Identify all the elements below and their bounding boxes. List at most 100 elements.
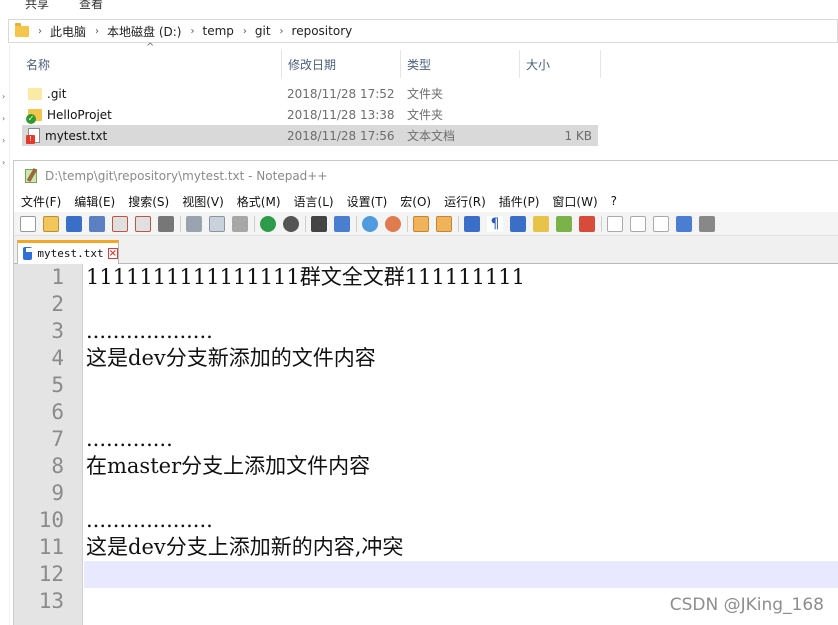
window-title-bar[interactable]: D:\temp\git\repository\mytest.txt - Note… bbox=[14, 161, 838, 190]
address-bar[interactable]: › 此电脑 › 本地磁盘 (D:) › temp › git › repository bbox=[8, 19, 838, 43]
line-text[interactable]: 在master分支上添加文件内容 bbox=[86, 453, 370, 480]
zoom-in-icon[interactable] bbox=[362, 215, 378, 232]
menu-help[interactable]: ? bbox=[611, 194, 617, 208]
word-wrap-icon[interactable] bbox=[464, 215, 480, 232]
breadcrumb-git[interactable]: git bbox=[255, 24, 271, 38]
editor-line[interactable]: 9 bbox=[14, 480, 838, 507]
editor-lines: 1 1111111111111111群文全文群111111111 2 3.......… bbox=[14, 264, 838, 615]
open-file-icon[interactable] bbox=[43, 215, 59, 232]
file-name: HelloProjet bbox=[47, 107, 112, 122]
file-row-mytest[interactable]: ! mytest.txt 2018/11/28 17:56 文本文档 1 KB bbox=[22, 125, 598, 146]
save-macro-icon[interactable] bbox=[699, 215, 715, 232]
menu-macro[interactable]: 宏(O) bbox=[400, 193, 431, 210]
chevron-right-icon[interactable]: › bbox=[38, 26, 42, 37]
menu-search[interactable]: 搜索(S) bbox=[128, 193, 169, 210]
ribbon-tab-view[interactable]: 查看 bbox=[79, 0, 103, 12]
menu-window[interactable]: 窗口(W) bbox=[552, 193, 597, 210]
line-text[interactable]: 这是dev分支新添加的文件内容 bbox=[86, 345, 376, 372]
chevron-right-icon[interactable]: › bbox=[280, 26, 284, 37]
chevron-right-icon[interactable]: › bbox=[243, 26, 247, 37]
chevron-right-icon[interactable]: › bbox=[190, 26, 194, 37]
indent-guide-icon[interactable] bbox=[510, 215, 526, 232]
replace-icon[interactable] bbox=[334, 215, 350, 232]
save-icon[interactable] bbox=[66, 215, 82, 232]
chevron-right-icon[interactable]: › bbox=[95, 26, 99, 37]
breadcrumb-drive-d[interactable]: 本地磁盘 (D:) bbox=[107, 23, 181, 40]
file-row-helloprojet[interactable]: ✓ HelloProjet 2018/11/28 13:38 文件夹 bbox=[22, 104, 598, 125]
nav-expand-icon[interactable]: › bbox=[2, 136, 5, 145]
run-macro-multiple-icon[interactable] bbox=[676, 215, 692, 232]
cut-icon[interactable] bbox=[186, 215, 202, 232]
menu-view[interactable]: 视图(V) bbox=[182, 193, 224, 210]
line-text[interactable]: ................... bbox=[86, 318, 213, 345]
paste-icon[interactable] bbox=[232, 215, 248, 232]
user-language-icon[interactable] bbox=[533, 215, 549, 232]
close-file-icon[interactable] bbox=[112, 215, 128, 232]
print-icon[interactable] bbox=[158, 215, 174, 232]
editor-line[interactable]: 11 这是dev分支上添加新的内容,冲突 bbox=[14, 534, 838, 561]
file-type: 文本文档 bbox=[407, 129, 456, 143]
sync-horizontal-icon[interactable] bbox=[436, 215, 452, 232]
menu-format[interactable]: 格式(M) bbox=[237, 193, 281, 210]
close-tab-icon[interactable]: × bbox=[107, 248, 118, 259]
menu-plugins[interactable]: 插件(P) bbox=[499, 193, 540, 210]
column-header-name[interactable]: 名称 bbox=[20, 50, 282, 78]
editor-line[interactable]: 5 bbox=[14, 372, 838, 399]
copy-icon[interactable] bbox=[209, 215, 225, 232]
menu-run[interactable]: 运行(R) bbox=[444, 193, 486, 210]
line-number: 12 bbox=[38, 562, 64, 586]
ribbon-tab-share[interactable]: 共享 bbox=[25, 0, 49, 12]
breadcrumb-this-pc[interactable]: 此电脑 bbox=[50, 23, 86, 40]
column-header-date[interactable]: 修改日期 bbox=[282, 50, 400, 78]
menu-edit[interactable]: 编辑(E) bbox=[74, 193, 115, 210]
line-number: 6 bbox=[51, 400, 64, 424]
editor-line[interactable]: 8 在master分支上添加文件内容 bbox=[14, 453, 838, 480]
editor-line[interactable]: 7............. bbox=[14, 426, 838, 453]
line-number: 2 bbox=[51, 292, 64, 316]
column-header-type[interactable]: 类型 bbox=[401, 50, 519, 78]
nav-expand-icon[interactable]: › bbox=[2, 114, 5, 123]
show-all-chars-icon[interactable]: ¶ bbox=[487, 215, 503, 232]
column-divider[interactable] bbox=[600, 50, 601, 78]
editor-line[interactable]: 2 bbox=[14, 291, 838, 318]
zoom-out-icon[interactable] bbox=[385, 215, 401, 232]
navigation-pane-edge[interactable]: › › › › bbox=[0, 44, 10, 625]
column-header-size[interactable]: 大小 bbox=[520, 50, 600, 78]
menu-language[interactable]: 语言(L) bbox=[294, 193, 334, 210]
new-file-icon[interactable] bbox=[20, 215, 36, 232]
menu-bar: 文件(F) 编辑(E) 搜索(S) 视图(V) 格式(M) 语言(L) 设置(T… bbox=[14, 190, 838, 212]
editor-line[interactable]: 1 1111111111111111群文全文群111111111 bbox=[14, 264, 838, 291]
breadcrumb-repository[interactable]: repository bbox=[292, 24, 353, 38]
find-icon[interactable] bbox=[311, 215, 327, 232]
undo-icon[interactable] bbox=[260, 215, 276, 232]
nav-expand-icon[interactable]: › bbox=[2, 158, 5, 167]
tab-mytest[interactable]: mytest.txt × bbox=[17, 240, 119, 264]
line-text[interactable]: 这是dev分支上添加新的内容,冲突 bbox=[86, 534, 403, 561]
stop-macro-icon[interactable] bbox=[630, 215, 646, 232]
redo-icon[interactable] bbox=[283, 215, 299, 232]
editor-line[interactable]: 3................... bbox=[14, 318, 838, 345]
window-title: D:\temp\git\repository\mytest.txt - Note… bbox=[45, 168, 328, 183]
editor-line-current[interactable]: 12 bbox=[14, 561, 838, 588]
breadcrumb-temp[interactable]: temp bbox=[202, 24, 233, 38]
line-text[interactable]: 1111111111111111群文全文群111111111 bbox=[86, 264, 525, 291]
menu-settings[interactable]: 设置(T) bbox=[347, 193, 388, 210]
play-macro-icon[interactable] bbox=[653, 215, 669, 232]
text-editor[interactable]: 1 1111111111111111群文全文群111111111 2 3.......… bbox=[14, 264, 838, 625]
toolbar-separator bbox=[407, 215, 408, 232]
file-row-git[interactable]: .git 2018/11/28 17:52 文件夹 bbox=[22, 83, 598, 104]
close-all-icon[interactable] bbox=[135, 215, 151, 232]
nav-expand-icon[interactable]: › bbox=[2, 92, 5, 101]
doc-map-icon[interactable] bbox=[556, 215, 572, 232]
line-text[interactable]: ............. bbox=[86, 426, 173, 453]
line-number: 13 bbox=[38, 589, 64, 613]
sync-vertical-icon[interactable] bbox=[413, 215, 429, 232]
record-macro-icon[interactable] bbox=[607, 215, 623, 232]
save-all-icon[interactable] bbox=[89, 215, 105, 232]
editor-line[interactable]: 4 这是dev分支新添加的文件内容 bbox=[14, 345, 838, 372]
line-text[interactable]: ................... bbox=[86, 507, 213, 534]
editor-line[interactable]: 6 bbox=[14, 399, 838, 426]
editor-line[interactable]: 10................... bbox=[14, 507, 838, 534]
menu-file[interactable]: 文件(F) bbox=[21, 193, 61, 210]
function-list-icon[interactable] bbox=[579, 215, 595, 232]
